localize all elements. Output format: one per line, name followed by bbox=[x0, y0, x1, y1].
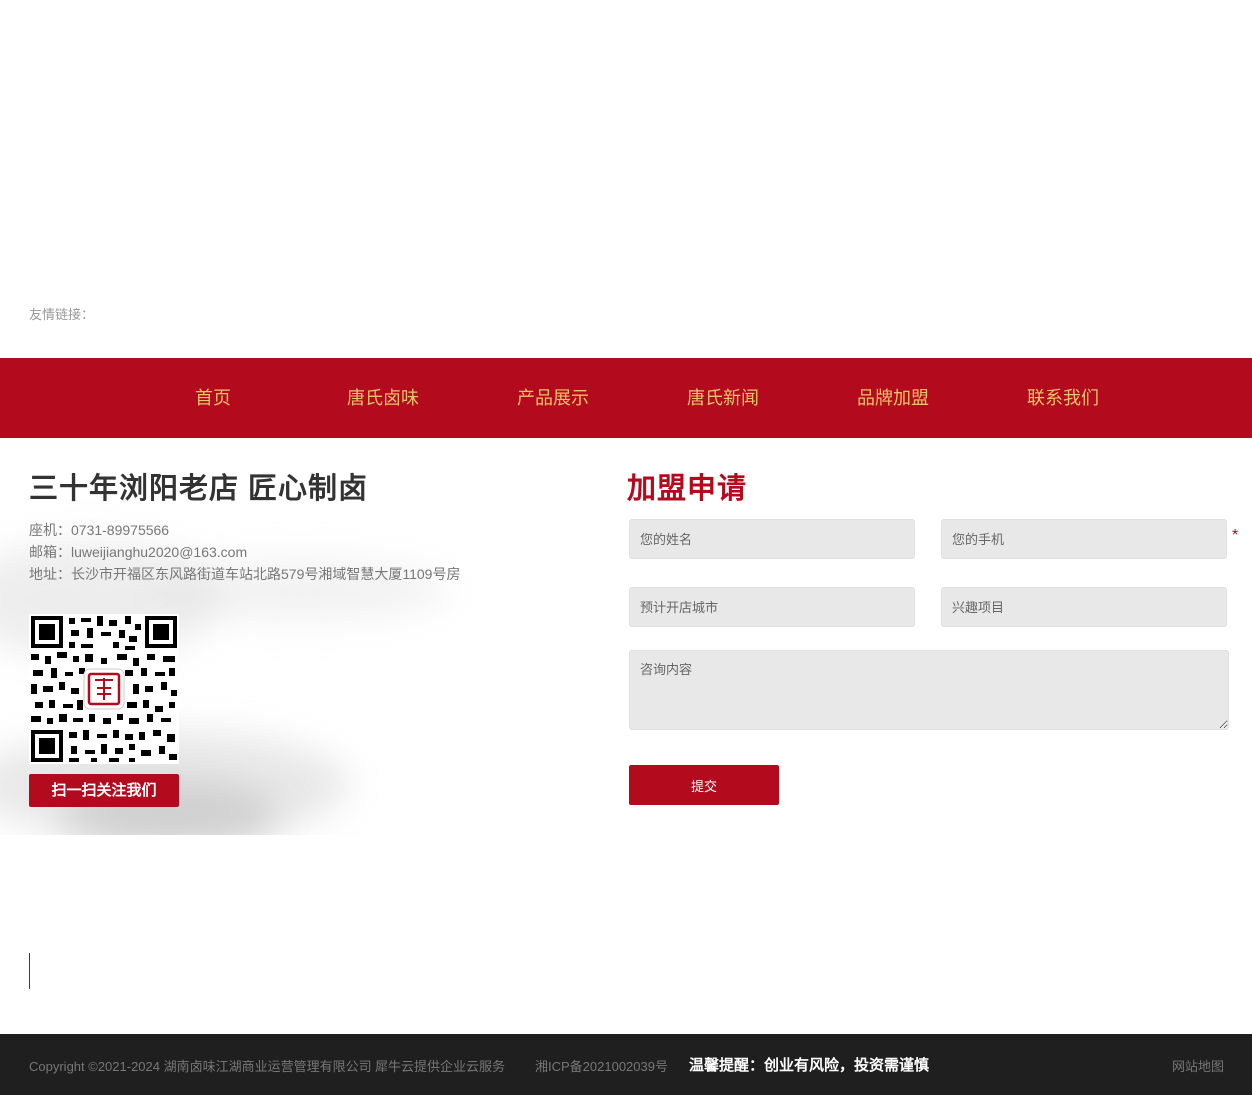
nav-item-news[interactable]: 唐氏新闻 bbox=[638, 358, 808, 438]
submit-button[interactable]: 提交 bbox=[629, 765, 779, 805]
footer-sitemap-link[interactable]: 网站地图 bbox=[1172, 1056, 1224, 1075]
nav-item-franchise[interactable]: 品牌加盟 bbox=[808, 358, 978, 438]
wechat-qr-code bbox=[29, 614, 179, 764]
friend-links-label: 友情链接： bbox=[29, 307, 95, 322]
footer-copyright: Copyright ©2021-2024 湖南卤味江湖商业运营管理有限公司 bbox=[29, 1059, 372, 1074]
name-input[interactable] bbox=[629, 519, 915, 559]
contact-email: 邮箱：luweijianghu2020@163.com bbox=[29, 544, 248, 560]
nav-item-contact[interactable]: 联系我们 bbox=[978, 358, 1148, 438]
follow-us-button[interactable]: 扫一扫关注我们 bbox=[29, 774, 179, 807]
nav-item-home[interactable]: 首页 bbox=[128, 358, 298, 438]
nav-item-products[interactable]: 产品展示 bbox=[468, 358, 638, 438]
contact-address: 地址：长沙市开福区东风路街道车站北路579号湘域智慧大厦1109号房 bbox=[29, 566, 461, 582]
main-nav: 首页 唐氏卤味 产品展示 唐氏新闻 品牌加盟 联系我们 bbox=[0, 358, 1252, 438]
required-mark: * bbox=[1232, 527, 1239, 544]
accent-divider bbox=[29, 953, 30, 989]
content-textarea[interactable] bbox=[629, 650, 1229, 730]
franchise-form-title: 加盟申请 bbox=[627, 473, 748, 505]
brand-logo-icon bbox=[83, 668, 125, 710]
footer-risk-warning: 温馨提醒：创业有风险，投资需谨慎 bbox=[689, 1057, 930, 1074]
city-input[interactable] bbox=[629, 587, 915, 627]
site-footer: Copyright ©2021-2024 湖南卤味江湖商业运营管理有限公司 犀牛… bbox=[0, 1034, 1252, 1095]
project-input[interactable] bbox=[941, 587, 1227, 627]
footer-icp-link[interactable]: 湘ICP备2021002039号 bbox=[535, 1056, 668, 1075]
contact-phone: 座机：0731-89975566 bbox=[29, 522, 170, 538]
slogan-heading: 三十年浏阳老店 匠心制卤 bbox=[29, 473, 369, 505]
nav-item-about[interactable]: 唐氏卤味 bbox=[298, 358, 468, 438]
footer-cloud-link[interactable]: 犀牛云提供企业云服务 bbox=[375, 1056, 505, 1075]
phone-input[interactable] bbox=[941, 519, 1227, 559]
